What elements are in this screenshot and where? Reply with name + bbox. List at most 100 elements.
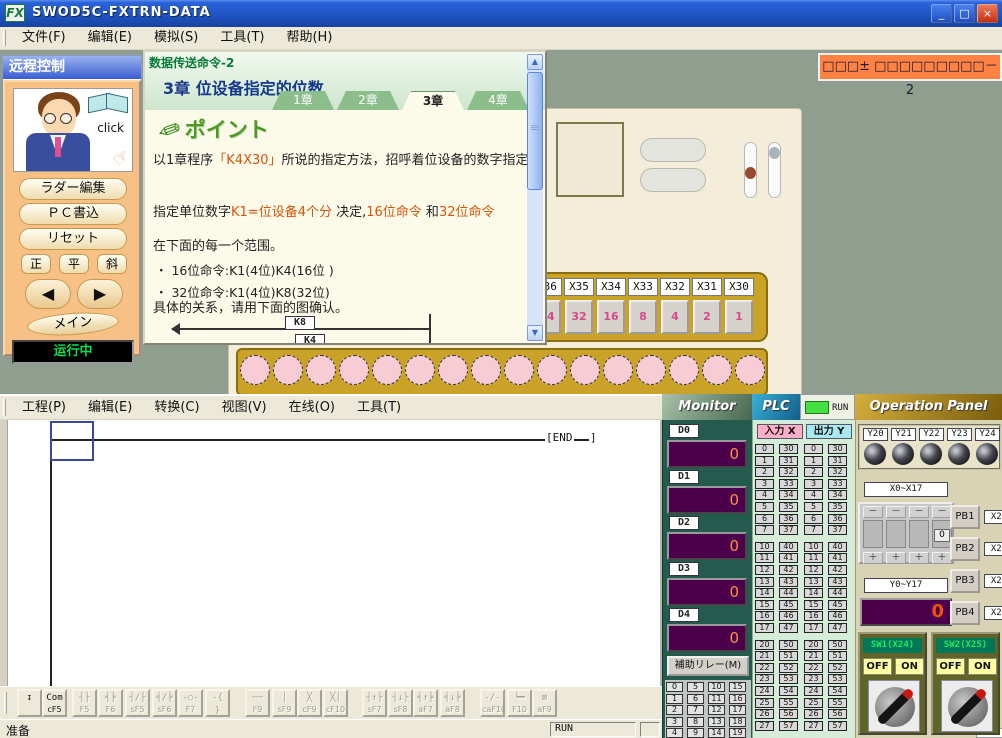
m-relay-cell[interactable]: 3 xyxy=(666,717,683,727)
y-status-cell[interactable]: 32 xyxy=(828,467,847,477)
digit-plus-button[interactable]: ＋ xyxy=(909,552,929,564)
y-status-cell[interactable]: 35 xyxy=(828,502,847,512)
y-status-cell[interactable]: 55 xyxy=(828,698,847,708)
x-status-cell[interactable]: 12 xyxy=(755,565,774,575)
x-status-cell[interactable]: 5 xyxy=(755,502,774,512)
aux-relay-button[interactable]: 補助リレー(M) xyxy=(667,656,749,676)
x-status-cell[interactable]: 2 xyxy=(755,467,774,477)
digit-minus-button[interactable]: － xyxy=(909,506,929,518)
y-status-cell[interactable]: 44 xyxy=(828,588,847,598)
y-status-cell[interactable]: 20 xyxy=(804,640,823,650)
x-input-button[interactable]: 16 xyxy=(597,300,625,334)
x-status-cell[interactable]: 51 xyxy=(779,651,798,661)
digit-minus-button[interactable]: － xyxy=(932,506,952,518)
y-status-cell[interactable]: 57 xyxy=(828,721,847,731)
menu-grip[interactable] xyxy=(3,399,6,415)
toolbar-comment-button[interactable]: ComcF5 xyxy=(42,689,67,717)
y-status-cell[interactable]: 31 xyxy=(828,456,847,466)
m-relay-cell[interactable]: 11 xyxy=(708,694,725,704)
ladder-editor[interactable] xyxy=(0,420,662,686)
x-status-cell[interactable]: 50 xyxy=(779,640,798,650)
x-status-cell[interactable]: 23 xyxy=(755,674,774,684)
y-status-cell[interactable]: 16 xyxy=(804,611,823,621)
x-status-cell[interactable]: 34 xyxy=(779,490,798,500)
x-status-cell[interactable]: 10 xyxy=(755,542,774,552)
x-status-cell[interactable]: 46 xyxy=(779,611,798,621)
m-relay-cell[interactable]: 19 xyxy=(729,728,746,738)
x-status-cell[interactable]: 7 xyxy=(755,525,774,535)
x-status-cell[interactable]: 26 xyxy=(755,709,774,719)
m-relay-cell[interactable]: 14 xyxy=(708,728,725,738)
tab-chapter[interactable]: 2章 xyxy=(337,91,399,110)
y-status-cell[interactable]: 30 xyxy=(828,444,847,454)
y-status-cell[interactable]: 3 xyxy=(804,479,823,489)
x-status-cell[interactable]: 0 xyxy=(755,444,774,454)
y-status-cell[interactable]: 24 xyxy=(804,686,823,696)
x-status-cell[interactable]: 11 xyxy=(755,553,774,563)
view-oblique-button[interactable]: 斜 xyxy=(97,254,127,274)
y-status-cell[interactable]: 5 xyxy=(804,502,823,512)
m-relay-cell[interactable]: 2 xyxy=(666,705,683,715)
y-status-cell[interactable]: 1 xyxy=(804,456,823,466)
x-status-cell[interactable]: 25 xyxy=(755,698,774,708)
toolbar-insert-mode-button[interactable]: ↧ xyxy=(17,689,42,717)
y-status-cell[interactable]: 4 xyxy=(804,490,823,500)
x-status-cell[interactable]: 45 xyxy=(779,600,798,610)
x-status-cell[interactable]: 35 xyxy=(779,502,798,512)
x-input-button[interactable]: 2 xyxy=(693,300,721,334)
menu-item[interactable]: 编辑(E) xyxy=(77,27,143,49)
y-status-cell[interactable]: 47 xyxy=(828,623,847,633)
x-status-cell[interactable]: 30 xyxy=(779,444,798,454)
maximize-button[interactable]: □ xyxy=(954,4,975,23)
x-status-cell[interactable]: 6 xyxy=(755,514,774,524)
menu-item[interactable]: 工具(T) xyxy=(209,27,275,49)
x-status-cell[interactable]: 57 xyxy=(779,721,798,731)
y-status-cell[interactable]: 34 xyxy=(828,490,847,500)
push-button-pb1[interactable]: PB1 xyxy=(950,505,980,529)
m-relay-cell[interactable]: 18 xyxy=(729,717,746,727)
y-status-cell[interactable]: 26 xyxy=(804,709,823,719)
pc-write-button[interactable]: ＰＣ書込 xyxy=(19,203,127,225)
digit-minus-button[interactable]: － xyxy=(886,506,906,518)
y-status-cell[interactable]: 43 xyxy=(828,577,847,587)
m-relay-cell[interactable]: 7 xyxy=(687,705,704,715)
x-status-cell[interactable]: 24 xyxy=(755,686,774,696)
y-status-cell[interactable]: 41 xyxy=(828,553,847,563)
menu-item[interactable]: 在线(O) xyxy=(278,397,346,419)
x-status-cell[interactable]: 36 xyxy=(779,514,798,524)
menu-item[interactable]: 工程(P) xyxy=(11,397,77,419)
m-relay-cell[interactable]: 12 xyxy=(708,705,725,715)
digit-plus-button[interactable]: ＋ xyxy=(886,552,906,564)
x-status-cell[interactable]: 20 xyxy=(755,640,774,650)
menu-grip[interactable] xyxy=(3,30,6,45)
x-status-cell[interactable]: 22 xyxy=(755,663,774,673)
x-status-cell[interactable]: 3 xyxy=(755,479,774,489)
toolbar-grip[interactable] xyxy=(4,692,7,714)
x-status-cell[interactable]: 14 xyxy=(755,588,774,598)
y-status-cell[interactable]: 15 xyxy=(804,600,823,610)
m-relay-cell[interactable]: 0 xyxy=(666,682,683,692)
x-status-cell[interactable]: 27 xyxy=(755,721,774,731)
x-status-cell[interactable]: 40 xyxy=(779,542,798,552)
y-status-cell[interactable]: 10 xyxy=(804,542,823,552)
m-relay-cell[interactable]: 5 xyxy=(687,682,704,692)
m-relay-cell[interactable]: 17 xyxy=(729,705,746,715)
menu-item[interactable]: 文件(F) xyxy=(11,27,77,49)
x-status-cell[interactable]: 17 xyxy=(755,623,774,633)
m-relay-cell[interactable]: 9 xyxy=(687,728,704,738)
menu-item[interactable]: 视图(V) xyxy=(211,397,278,419)
y-status-cell[interactable]: 36 xyxy=(828,514,847,524)
view-flat-button[interactable]: 平 xyxy=(59,254,89,274)
y-status-cell[interactable]: 42 xyxy=(828,565,847,575)
y-status-cell[interactable]: 27 xyxy=(804,721,823,731)
x-status-cell[interactable]: 55 xyxy=(779,698,798,708)
x-input-button[interactable]: 32 xyxy=(565,300,593,334)
ladder-edit-button[interactable]: ラダー編集 xyxy=(19,178,127,200)
push-button-pb2[interactable]: PB2 xyxy=(950,537,980,561)
m-relay-cell[interactable]: 6 xyxy=(687,694,704,704)
menu-item[interactable]: 转换(C) xyxy=(143,397,210,419)
main-button[interactable]: メイン xyxy=(26,310,119,338)
m-relay-cell[interactable]: 10 xyxy=(708,682,725,692)
y-status-cell[interactable]: 23 xyxy=(804,674,823,684)
x-status-cell[interactable]: 56 xyxy=(779,709,798,719)
